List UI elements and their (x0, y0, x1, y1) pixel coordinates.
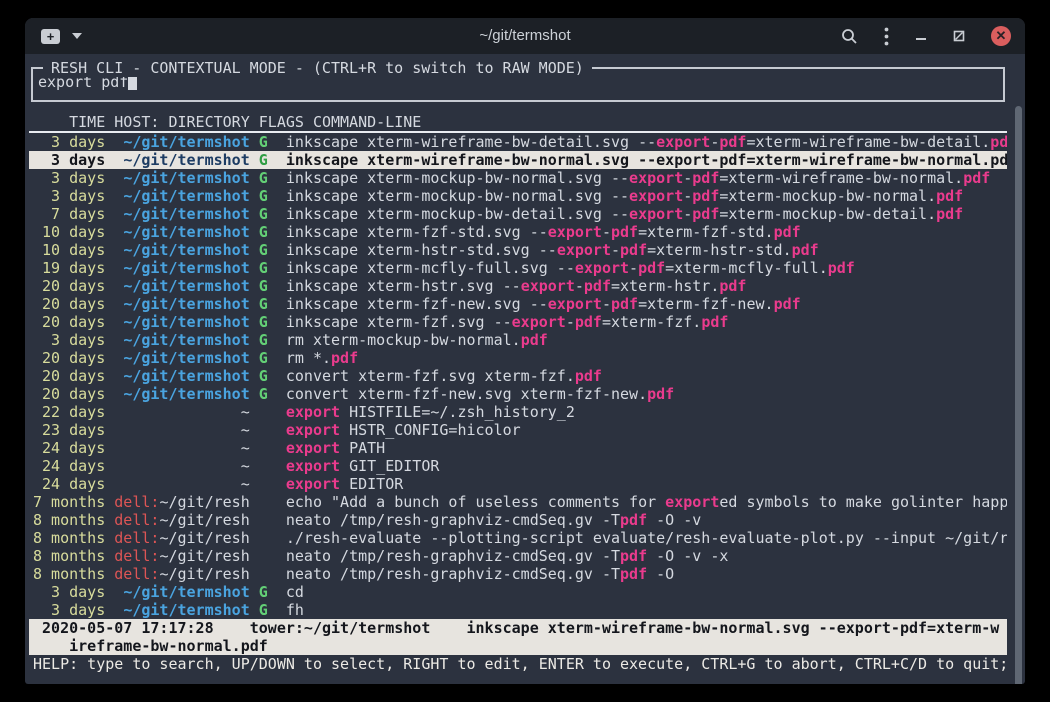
restore-window-icon[interactable] (953, 30, 965, 42)
history-row[interactable]: 23 days ~ export HSTR_CONFIG=hicolor (29, 421, 1007, 439)
titlebar: + ~/git/termshot (25, 18, 1025, 54)
history-row[interactable]: 3 days ~/git/termshot G fh (29, 601, 1007, 619)
history-row[interactable]: 3 days ~/git/termshot G inkscape xterm-w… (29, 133, 1007, 151)
terminal-window: + ~/git/termshot (25, 18, 1025, 684)
history-row[interactable]: 7 months dell:~/git/resh echo "Add a bun… (29, 493, 1007, 511)
history-row[interactable]: 24 days ~ export EDITOR (29, 475, 1007, 493)
history-row[interactable]: 24 days ~ export GIT_EDITOR (29, 457, 1007, 475)
history-row[interactable]: 20 days ~/git/termshot G rm *.pdf (29, 349, 1007, 367)
history-row[interactable]: 3 days ~/git/termshot G rm xterm-mockup-… (29, 331, 1007, 349)
history-rows: 3 days ~/git/termshot G inkscape xterm-w… (29, 133, 1007, 619)
history-row[interactable]: 20 days ~/git/termshot G convert xterm-f… (29, 367, 1007, 385)
minimize-icon[interactable] (915, 30, 927, 42)
close-icon[interactable]: ✕ (991, 26, 1011, 46)
status-line-1: 2020-05-07 17:17:28 tower:~/git/termshot… (29, 619, 1007, 637)
history-row[interactable]: 8 months dell:~/git/resh ./resh-evaluate… (29, 529, 1007, 547)
history-row[interactable]: 20 days ~/git/termshot G convert xterm-f… (29, 385, 1007, 403)
resh-search-box: RESH CLI - CONTEXTUAL MODE - (CTRL+R to … (31, 67, 1005, 102)
scrollbar-thumb[interactable] (1015, 106, 1022, 684)
history-row[interactable]: 19 days ~/git/termshot G inkscape xterm-… (29, 259, 1007, 277)
kebab-menu-icon[interactable] (884, 27, 889, 46)
history-row[interactable]: 24 days ~ export PATH (29, 439, 1007, 457)
history-table-header: TIME HOST: DIRECTORY FLAGS COMMAND-LINE (29, 113, 1007, 133)
history-row[interactable]: 10 days ~/git/termshot G inkscape xterm-… (29, 241, 1007, 259)
history-row[interactable]: 3 days ~/git/termshot G inkscape xterm-m… (29, 169, 1007, 187)
help-bar: HELP: type to search, UP/DOWN to select,… (29, 655, 1007, 673)
search-icon[interactable] (841, 28, 858, 45)
history-row[interactable]: 20 days ~/git/termshot G inkscape xterm-… (29, 295, 1007, 313)
history-row[interactable]: 8 months dell:~/git/resh neato /tmp/resh… (29, 565, 1007, 583)
search-box-legend: RESH CLI - CONTEXTUAL MODE - (CTRL+R to … (43, 59, 592, 77)
history-row[interactable]: 7 days ~/git/termshot G inkscape xterm-m… (29, 205, 1007, 223)
history-row[interactable]: 3 days ~/git/termshot G cd (29, 583, 1007, 601)
history-row[interactable]: 20 days ~/git/termshot G inkscape xterm-… (29, 277, 1007, 295)
history-row[interactable]: 3 days ~/git/termshot G inkscape xterm-w… (29, 151, 1007, 169)
history-row[interactable]: 3 days ~/git/termshot G inkscape xterm-m… (29, 187, 1007, 205)
history-row[interactable]: 8 months dell:~/git/resh neato /tmp/resh… (29, 511, 1007, 529)
terminal-screen: RESH CLI - CONTEXTUAL MODE - (CTRL+R to … (25, 67, 1025, 684)
selected-command-status: 2020-05-07 17:17:28 tower:~/git/termshot… (29, 619, 1007, 655)
status-line-2: ireframe-bw-normal.pdf (29, 637, 1007, 655)
history-row[interactable]: 8 months dell:~/git/resh neato /tmp/resh… (29, 547, 1007, 565)
history-row[interactable]: 10 days ~/git/termshot G inkscape xterm-… (29, 223, 1007, 241)
history-row[interactable]: 20 days ~/git/termshot G inkscape xterm-… (29, 313, 1007, 331)
history-row[interactable]: 22 days ~ export HISTFILE=~/.zsh_history… (29, 403, 1007, 421)
